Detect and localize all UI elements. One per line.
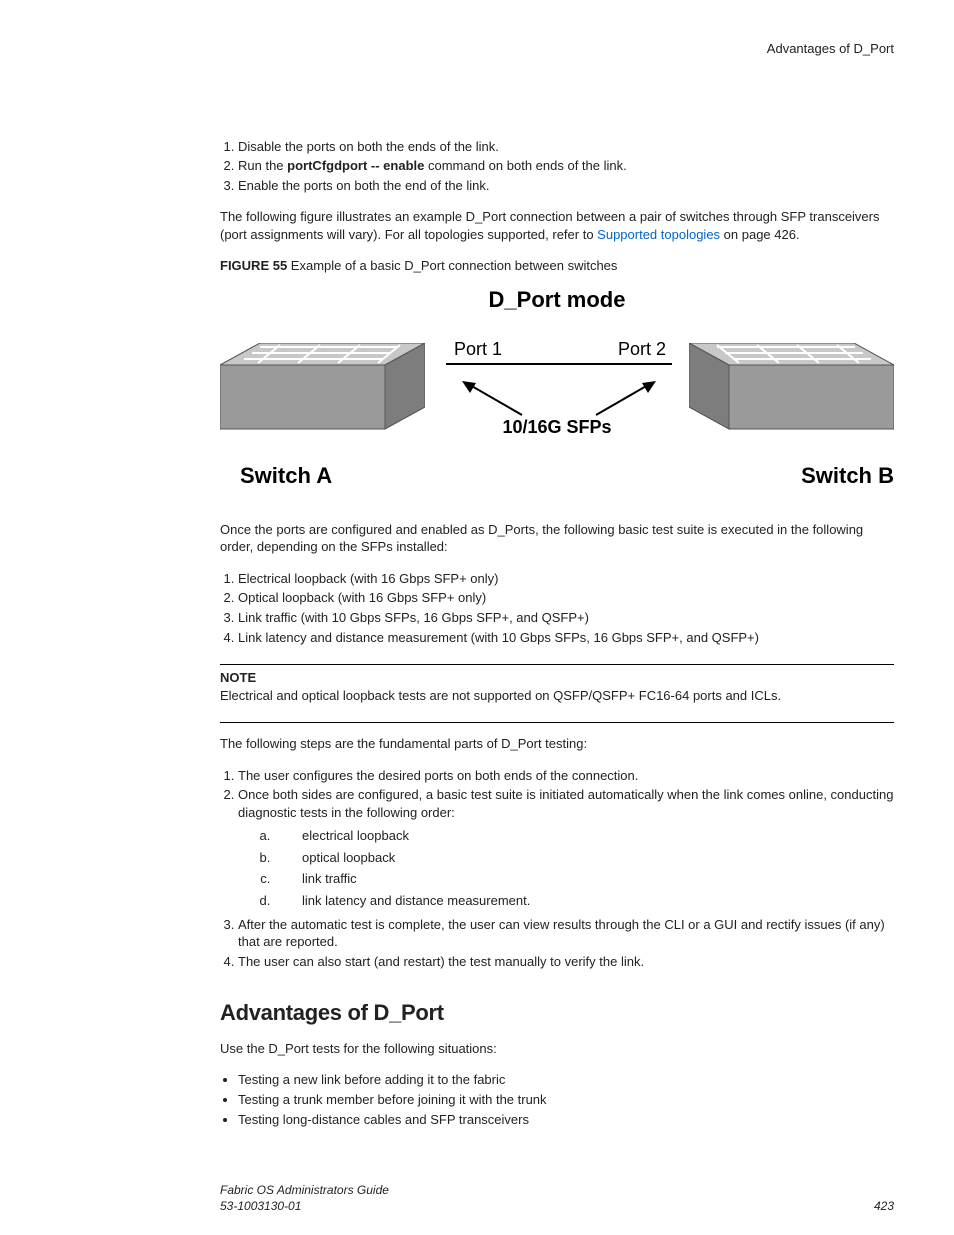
figure-55: D_Port mode [220,285,894,505]
step-item: After the automatic test is complete, th… [238,916,894,951]
text: command on both ends of the link. [424,158,626,173]
test-item: Link latency and distance measurement (w… [238,629,894,647]
figure-heading: D_Port mode [489,285,626,315]
page-footer: Fabric OS Administrators Guide 53-100313… [220,1182,894,1214]
note-body: Electrical and optical loopback tests ar… [220,687,894,705]
connection-line [446,363,672,365]
sfp-label: 10/16G SFPs [502,415,611,439]
steps-list-1: Disable the ports on both the ends of th… [220,138,894,195]
test-item: Electrical loopback (with 16 Gbps SFP+ o… [238,570,894,588]
footer-left: Fabric OS Administrators Guide 53-100313… [220,1182,389,1214]
doc-title: Fabric OS Administrators Guide [220,1182,389,1198]
paragraph: Once the ports are configured and enable… [220,521,894,556]
paragraph: The following steps are the fundamental … [220,735,894,753]
step-item: Run the portCfgdport -- enable command o… [238,157,894,175]
paragraph: The following figure illustrates an exam… [220,208,894,243]
note-title: NOTE [220,669,894,687]
sub-step: link latency and distance measurement. [274,892,894,910]
text: Once both sides are configured, a basic … [238,787,893,820]
text: Run the [238,158,287,173]
port2-label: Port 2 [618,337,666,361]
divider [220,664,894,665]
figure-title: Example of a basic D_Port connection bet… [291,258,618,273]
paragraph: Use the D_Port tests for the following s… [220,1040,894,1058]
figure-caption: FIGURE 55 Example of a basic D_Port conn… [220,257,894,275]
sub-step: optical loopback [274,849,894,867]
switch-a-label: Switch A [240,461,332,491]
step-item: Enable the ports on both the end of the … [238,177,894,195]
tests-list: Electrical loopback (with 16 Gbps SFP+ o… [220,570,894,646]
doc-number: 53-1003130-01 [220,1198,389,1214]
bullet-list: Testing a new link before adding it to t… [220,1071,894,1128]
steps-list-2: The user configures the desired ports on… [220,767,894,970]
divider [220,722,894,723]
sub-steps: electrical loopback optical loopback lin… [238,827,894,909]
step-item: The user can also start (and restart) th… [238,953,894,971]
step-item: Disable the ports on both the ends of th… [238,138,894,156]
step-item: Once both sides are configured, a basic … [238,786,894,909]
bullet-item: Testing a new link before adding it to t… [238,1071,894,1089]
command-text: portCfgdport -- enable [287,158,424,173]
page-number: 423 [874,1198,894,1214]
bullet-item: Testing a trunk member before joining it… [238,1091,894,1109]
sub-step: electrical loopback [274,827,894,845]
figure-label: FIGURE 55 [220,258,291,273]
sub-step: link traffic [274,870,894,888]
header-breadcrumb: Advantages of D_Port [220,40,894,58]
switch-a-icon [220,343,425,429]
port1-label: Port 1 [454,337,502,361]
switch-b-label: Switch B [801,461,894,491]
switch-b-icon [689,343,894,429]
text: on page 426. [720,227,800,242]
bullet-item: Testing long-distance cables and SFP tra… [238,1111,894,1129]
step-item: The user configures the desired ports on… [238,767,894,785]
test-item: Link traffic (with 10 Gbps SFPs, 16 Gbps… [238,609,894,627]
section-heading: Advantages of D_Port [220,998,894,1028]
link-supported-topologies[interactable]: Supported topologies [597,227,720,242]
test-item: Optical loopback (with 16 Gbps SFP+ only… [238,589,894,607]
